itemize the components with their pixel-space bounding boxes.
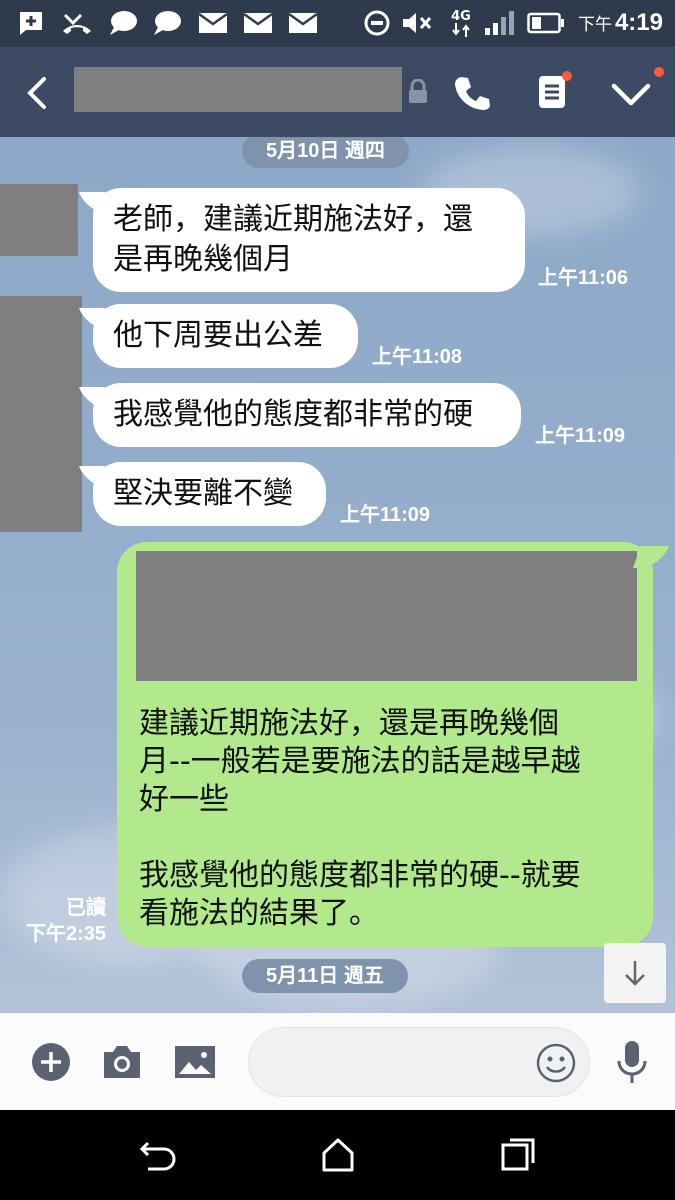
camera-icon[interactable]: [100, 1043, 144, 1081]
message-bubble-incoming[interactable]: 堅決要離不變: [93, 462, 326, 526]
message-time: 上午11:08: [372, 346, 463, 368]
message-bubble-outgoing[interactable]: 建議近期施法好，還是再晚幾個 月--一般若是要施法的話是越早越 好一些 我感覺他…: [117, 542, 653, 947]
signal-icon: [482, 8, 518, 38]
date-divider: 5月10日 週四: [242, 137, 409, 168]
mail-icon: [241, 8, 275, 38]
emoji-icon[interactable]: [535, 1042, 577, 1084]
read-label: 已讀: [66, 897, 106, 919]
arrow-down-icon: [625, 961, 645, 986]
lock-icon: [407, 78, 429, 105]
message-bubble-incoming[interactable]: 我感覺他的態度都非常的硬: [93, 383, 521, 447]
status-bar: 4G 下午 4:19: [0, 0, 675, 47]
input-bar: [0, 1013, 675, 1110]
avatar-redacted[interactable]: [0, 184, 78, 256]
plus-icon[interactable]: [30, 1041, 72, 1083]
battery-icon: [526, 8, 566, 38]
message-text: 建議近期施法好，還是再晚幾個 月--一般若是要施法的話是越早越 好一些 我感覺他…: [139, 706, 581, 931]
message-time: 上午11:09: [340, 504, 431, 526]
mail-icon: [286, 8, 320, 38]
back-icon[interactable]: [20, 73, 56, 113]
microphone-icon[interactable]: [614, 1039, 650, 1087]
chat-bubble-icon: [106, 8, 140, 38]
network-type-icon: 4G: [446, 8, 476, 38]
mute-icon: [400, 8, 434, 38]
chat-contact-name-redacted: [74, 67, 402, 112]
message-input[interactable]: [248, 1027, 590, 1097]
read-receipt: 已讀 下午2:35: [14, 895, 106, 947]
message-text: 他下周要出公差: [113, 318, 323, 353]
message-time: 下午2:35: [25, 923, 106, 945]
nav-recents-icon[interactable]: [498, 1135, 538, 1175]
do-not-disturb-icon: [362, 8, 392, 38]
chat-bubble-icon: [150, 8, 184, 38]
message-text: 我感覺他的態度都非常的硬: [113, 397, 473, 432]
message-bubble-incoming[interactable]: 他下周要出公差: [93, 304, 358, 368]
avatar-redacted[interactable]: [0, 296, 82, 532]
message-time: 上午11:06: [538, 267, 629, 289]
nav-back-icon[interactable]: [138, 1135, 178, 1175]
message-text: 堅決要離不變: [113, 476, 293, 511]
chevron-down-icon[interactable]: [610, 67, 664, 113]
date-divider: 5月11日 週五: [242, 959, 408, 993]
scroll-to-bottom-button[interactable]: [604, 943, 666, 1003]
message-text: 是再晚幾個月: [113, 242, 293, 277]
message-text: 老師，建議近期施法好，還: [113, 202, 473, 237]
status-time: 下午 4:19: [577, 9, 663, 36]
chat-header: [0, 47, 675, 137]
notification-badge: [562, 71, 572, 81]
image-icon[interactable]: [174, 1044, 216, 1080]
phone-icon[interactable]: [452, 73, 492, 113]
navigation-bar: [0, 1110, 675, 1200]
missed-call-icon: [60, 8, 94, 38]
nav-home-icon[interactable]: [318, 1135, 358, 1175]
message-bubble-incoming[interactable]: 老師，建議近期施法好，還 是再晚幾個月: [93, 188, 525, 292]
notification-badge: [654, 67, 664, 77]
notes-icon[interactable]: [536, 71, 572, 113]
message-time: 上午11:09: [535, 425, 626, 447]
add-message-icon: [14, 8, 48, 38]
mail-icon: [196, 8, 230, 38]
chat-area[interactable]: 5月10日 週四 老師，建議近期施法好，還 是再晚幾個月 上午11:06 他下周…: [0, 137, 675, 1013]
quoted-content-redacted: [136, 551, 637, 681]
